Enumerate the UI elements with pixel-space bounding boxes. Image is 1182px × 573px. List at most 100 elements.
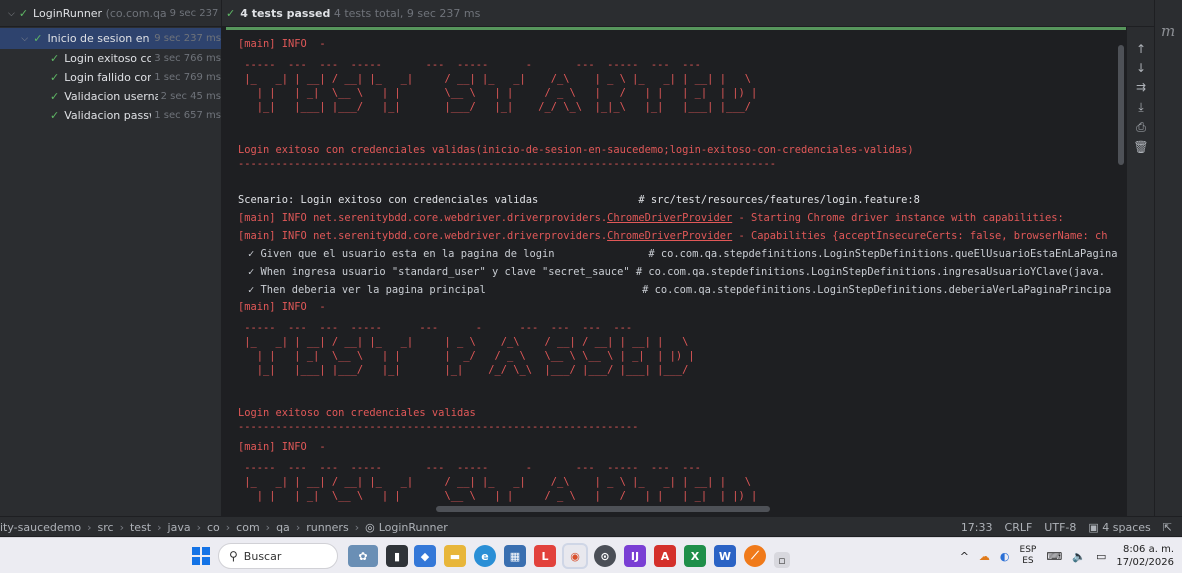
- console-line: [main] INFO -: [238, 301, 326, 313]
- tool-window-icon[interactable]: m: [1161, 22, 1175, 40]
- ascii-banner-line: | | | _| \__ \ | | \__ \ | | / _ \ | / |…: [238, 87, 758, 99]
- run-panel-header: ⌵ ✓ LoginRunner (co.com.qa 9 sec 237 ms …: [0, 0, 1154, 27]
- search-placeholder: Buscar: [243, 549, 282, 563]
- copilot-icon[interactable]: ◆: [414, 545, 436, 567]
- line-separator[interactable]: CRLF: [1005, 521, 1033, 534]
- chrome-icon[interactable]: ◉: [564, 545, 586, 567]
- console-line: Login exitoso con credenciales validas: [238, 407, 476, 419]
- class-link[interactable]: ChromeDriverProvider: [607, 230, 732, 242]
- arrow-up-icon[interactable]: ↑: [1130, 39, 1152, 59]
- app-thumbnail-icon[interactable]: ▫: [774, 552, 790, 568]
- network-icon[interactable]: ⌨: [1046, 550, 1062, 563]
- store-icon[interactable]: ▦: [504, 545, 526, 567]
- console-line: [main] INFO -: [238, 441, 326, 453]
- file-explorer-icon[interactable]: ▬: [444, 545, 466, 567]
- breadcrumb-item[interactable]: ity-saucedemo: [0, 521, 81, 534]
- test-suite-name: Inicio de sesion en S: [47, 32, 152, 45]
- info-text: [main] INFO net.serenitybdd.core.webdriv…: [238, 212, 608, 224]
- ascii-banner-line: |_ _| | __| / __| |_ _| / __| |_ _| /_\ …: [238, 73, 751, 85]
- breadcrumb-item[interactable]: co: [207, 521, 220, 534]
- test-name: Login exitoso cor: [64, 52, 152, 65]
- scroll-to-end-icon[interactable]: ⤓: [1130, 97, 1152, 117]
- test-name: Validacion usernar: [64, 90, 158, 103]
- chevron-right-icon: ›: [196, 520, 201, 534]
- test-passed-icon: ✓: [50, 71, 60, 84]
- chevron-up-icon[interactable]: ^: [960, 550, 969, 563]
- ascii-banner-line: |_ _| | __| / __| |_ _| | _ \ /_\ / __| …: [238, 336, 689, 348]
- excel-icon[interactable]: X: [684, 545, 706, 567]
- caret-position[interactable]: 17:33: [961, 521, 993, 534]
- tests-passed-label: 4 tests passed: [240, 7, 331, 20]
- breadcrumb-item[interactable]: LoginRunner: [379, 521, 448, 534]
- word-icon[interactable]: W: [714, 545, 736, 567]
- breadcrumb-item[interactable]: qa: [276, 521, 290, 534]
- root-test-name: LoginRunner: [33, 7, 103, 20]
- info-text: [main] INFO net.serenitybdd.core.webdriv…: [238, 230, 608, 242]
- search-icon: ⚲: [229, 549, 238, 563]
- arrow-down-icon[interactable]: ↓: [1130, 58, 1152, 78]
- test-name: Login fallido con (: [64, 71, 152, 84]
- test-time: 3 sec 766 ms: [154, 53, 221, 64]
- test-tree-root[interactable]: ⌵ ✓ LoginRunner (co.com.qa 9 sec 237 ms: [0, 0, 222, 27]
- console-line: [main] INFO net.serenitybdd.core.webdriv…: [238, 211, 1064, 225]
- breadcrumb-item[interactable]: src: [98, 521, 114, 534]
- clock[interactable]: 8:06 a. m. 17/02/2026: [1116, 543, 1174, 569]
- console-separator: ----------------------------------------…: [238, 158, 776, 170]
- status-bar-widgets: 17:33 CRLF UTF-8 ▣ 4 spaces ⇱: [961, 517, 1172, 537]
- app-tray-icon[interactable]: ◐: [1000, 550, 1010, 563]
- volume-icon[interactable]: 🔈: [1072, 550, 1086, 563]
- horizontal-scrollbar[interactable]: [436, 506, 770, 512]
- right-tool-strip: m: [1154, 0, 1182, 516]
- chevron-right-icon: ›: [87, 520, 92, 534]
- indent-setting[interactable]: ▣ 4 spaces: [1088, 521, 1150, 534]
- task-view-icon[interactable]: ▮: [386, 545, 408, 567]
- breadcrumb-item[interactable]: runners: [306, 521, 348, 534]
- vertical-scrollbar[interactable]: [1118, 45, 1124, 165]
- share-icon[interactable]: ⇱: [1163, 521, 1172, 534]
- ide-status-bar: ity-saucedemo › src › test › java › co › com ›…: [0, 516, 1182, 536]
- soft-wrap-icon[interactable]: ⇉: [1130, 77, 1152, 97]
- console-separator: ----------------------------------------…: [238, 421, 639, 433]
- intellij-icon[interactable]: IJ: [624, 545, 646, 567]
- edge-icon[interactable]: e: [474, 545, 496, 567]
- chevron-right-icon: ›: [295, 520, 301, 534]
- widgets-icon[interactable]: ✿: [348, 545, 378, 567]
- windows-taskbar: ⚲ Buscar ✿ ▮ ◆ ▬ e ▦ L ◉ ⊙ IJ A X W ⟋ ▫ …: [0, 537, 1182, 573]
- chevron-right-icon: ›: [119, 520, 124, 534]
- test-row[interactable]: ✓ Login fallido con ( 1 sec 769 ms: [0, 68, 221, 87]
- root-test-time: 9 sec 237 ms: [169, 8, 221, 19]
- console-output[interactable]: [main] INFO - ----- --- --- ----- --- --…: [226, 27, 1126, 516]
- chevron-down-icon[interactable]: ⌵: [20, 34, 29, 44]
- test-row[interactable]: ✓ Validacion passw 1 sec 657 ms: [0, 106, 221, 125]
- file-encoding[interactable]: UTF-8: [1044, 521, 1076, 534]
- chevron-right-icon: ›: [157, 520, 162, 534]
- taskbar-search[interactable]: ⚲ Buscar: [218, 543, 338, 569]
- trash-icon[interactable]: 🗑: [1130, 137, 1152, 157]
- postman-icon[interactable]: ⟋: [744, 545, 766, 567]
- test-progress-bar: [226, 27, 1126, 30]
- breadcrumb-item[interactable]: java: [168, 521, 191, 534]
- system-tray: ^ ☁ ◐ ESP ES ⌨ 🔈 ▭ 8:06 a. m. 17/02/2026: [960, 538, 1174, 573]
- acrobat-icon[interactable]: A: [654, 545, 676, 567]
- windows-start-icon[interactable]: [192, 547, 210, 565]
- step-line: ✓ When ingresa usuario "standard_user" y…: [248, 266, 1106, 278]
- chevron-down-icon[interactable]: ⌵: [8, 9, 15, 19]
- console-toolbar: ↑ ↓ ⇉ ⤓ ⎙ 🗑: [1126, 27, 1154, 516]
- language-indicator[interactable]: ESP ES: [1020, 545, 1037, 567]
- github-icon[interactable]: ⊙: [594, 545, 616, 567]
- office-l-icon[interactable]: L: [534, 545, 556, 567]
- class-link[interactable]: ChromeDriverProvider: [607, 212, 732, 224]
- breadcrumb-item[interactable]: com: [236, 521, 260, 534]
- breadcrumb-item[interactable]: test: [130, 521, 151, 534]
- clock-time: 8:06 a. m.: [1122, 544, 1174, 555]
- battery-icon[interactable]: ▭: [1096, 550, 1106, 563]
- test-suite-row[interactable]: ⌵ ✓ Inicio de sesion en S 9 sec 237 ms: [0, 28, 221, 49]
- test-row[interactable]: ✓ Login exitoso cor 3 sec 766 ms: [0, 49, 221, 68]
- tests-total-label: 4 tests total, 9 sec 237 ms: [333, 7, 481, 20]
- print-icon[interactable]: ⎙: [1130, 117, 1152, 137]
- test-suite-time: 9 sec 237 ms: [154, 33, 221, 44]
- console-line: Login exitoso con credenciales validas(i…: [238, 144, 914, 156]
- test-row[interactable]: ✓ Validacion usernar 2 sec 45 ms: [0, 87, 221, 106]
- breadcrumb: ity-saucedemo › src › test › java › co › com ›…: [0, 517, 448, 537]
- weather-icon[interactable]: ☁: [979, 550, 990, 563]
